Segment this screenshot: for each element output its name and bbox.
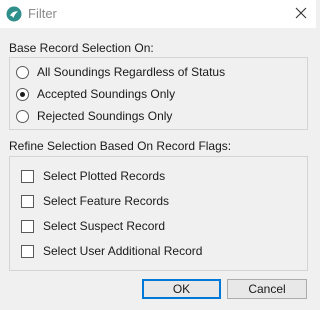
checkbox-suspect-record[interactable]: Select Suspect Record bbox=[21, 217, 165, 235]
radio-button-selected[interactable] bbox=[16, 87, 29, 101]
checkbox-label: Select Plotted Records bbox=[43, 169, 166, 183]
checkbox-label: Select Suspect Record bbox=[43, 219, 166, 233]
radio-button[interactable] bbox=[16, 109, 29, 123]
app-logo-icon bbox=[6, 6, 22, 22]
radio-button[interactable] bbox=[16, 65, 29, 79]
ok-button[interactable]: OK bbox=[142, 279, 221, 299]
window-title: Filter bbox=[28, 6, 57, 21]
radio-label: Rejected Soundings Only bbox=[37, 109, 173, 123]
close-button[interactable] bbox=[288, 2, 314, 24]
checkbox-plotted-records[interactable]: Select Plotted Records bbox=[21, 167, 165, 185]
cancel-button[interactable]: Cancel bbox=[227, 279, 307, 299]
radio-label: Accepted Soundings Only bbox=[37, 87, 176, 101]
close-icon bbox=[295, 7, 307, 19]
radio-all-soundings[interactable]: All Soundings Regardless of Status bbox=[16, 63, 225, 81]
radio-label: All Soundings Regardless of Status bbox=[37, 65, 226, 79]
checkbox[interactable] bbox=[21, 244, 34, 258]
checkbox[interactable] bbox=[21, 169, 34, 183]
filter-dialog: Filter Base Record Selection On: All Sou… bbox=[0, 0, 316, 310]
base-selection-label: Base Record Selection On: bbox=[9, 41, 154, 55]
checkbox[interactable] bbox=[21, 194, 34, 208]
title-bar: Filter bbox=[0, 0, 316, 28]
checkbox[interactable] bbox=[21, 219, 34, 233]
radio-accepted-soundings[interactable]: Accepted Soundings Only bbox=[16, 85, 175, 103]
checkbox-label: Select User Additional Record bbox=[43, 244, 203, 258]
checkbox-label: Select Feature Records bbox=[43, 194, 170, 208]
checkbox-feature-records[interactable]: Select Feature Records bbox=[21, 192, 169, 210]
checkbox-user-additional-record[interactable]: Select User Additional Record bbox=[21, 242, 202, 260]
refine-selection-label: Refine Selection Based On Record Flags: bbox=[9, 139, 232, 153]
radio-rejected-soundings[interactable]: Rejected Soundings Only bbox=[16, 107, 172, 125]
